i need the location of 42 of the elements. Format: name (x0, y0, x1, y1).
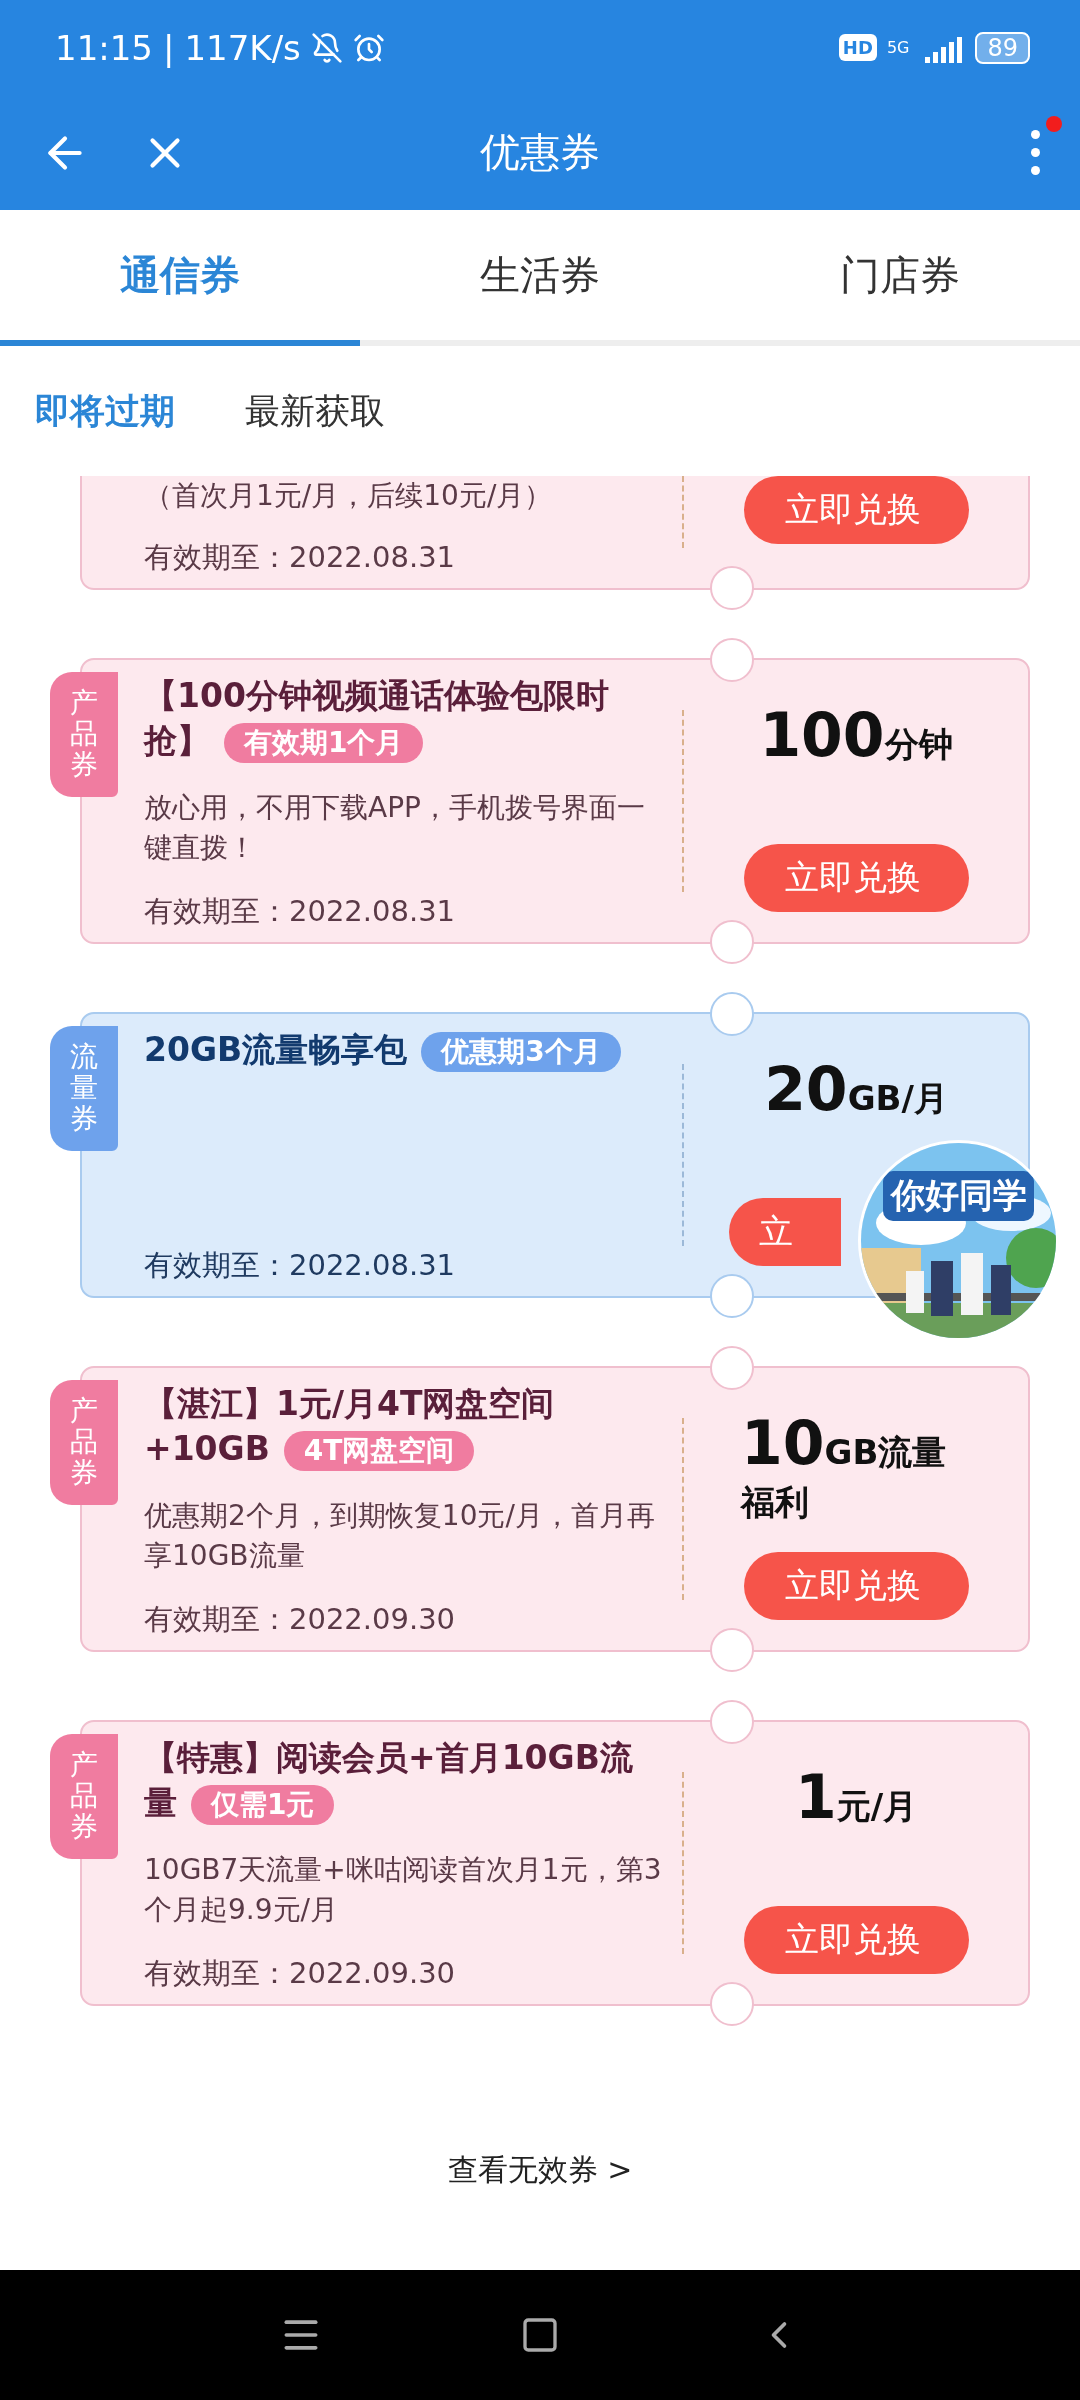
validity-date: 有效期至：2022.09.30 (144, 1955, 457, 1992)
page-title: 优惠券 (480, 129, 600, 175)
coupon-description: 10GB7天流量+咪咕阅读首次月1元，第3个月起9.9元/月 (144, 1852, 662, 1928)
coupon-description: 优惠期2个月，到期恢复10元/月，首月再享10GB流量 (144, 1498, 656, 1574)
status-separator: | (163, 27, 175, 68)
redeem-button[interactable]: 立 (729, 1198, 841, 1266)
coupon-title: 【湛江】1元/月4T网盘空间+10GB 4T网盘空间 (144, 1382, 662, 1472)
square-icon (520, 2315, 560, 2355)
coupon-type-tag: 产品券 (50, 1380, 118, 1505)
floating-bubble[interactable]: 你好同学 (858, 1140, 1059, 1341)
coupon-value: 100分钟 (759, 699, 953, 772)
sort-filter[interactable]: 即将过期 (35, 387, 175, 435)
redeem-button[interactable]: 立即兑换 (743, 476, 969, 544)
validity-date: 有效期至：2022.08.31 (144, 1247, 457, 1284)
coupon-value: 20GB/月 (764, 1053, 948, 1126)
coupon-type-tag: 流量券 (50, 1026, 118, 1151)
battery-indicator: 89 (975, 31, 1030, 64)
validity-date: 有效期至：2022.09.30 (144, 1601, 457, 1638)
status-time: 11:15 (55, 27, 153, 68)
sort-filter[interactable]: 最新获取 (245, 387, 385, 435)
validity-date: 有效期至：2022.08.31 (144, 539, 457, 576)
validity-date: 有效期至：2022.08.31 (144, 893, 457, 930)
network-type: 5G (886, 38, 910, 57)
network-speed: 117K/s (184, 27, 301, 68)
coupon-title: 20GB流量畅享包 优惠期3个月 (144, 1028, 662, 1073)
coupon-description: （首次月1元/月，后续10元/月） (144, 478, 554, 514)
hd-indicator: HD (838, 34, 877, 61)
coupon-title: 【100分钟视频通话体验包限时抢】 有效期1个月 (144, 674, 662, 764)
coupon-value: 10GB流量福利 (741, 1407, 948, 1524)
redeem-button[interactable]: 立即兑换 (743, 844, 969, 912)
redeem-button[interactable]: 立即兑换 (743, 1552, 969, 1620)
mute-icon (310, 31, 343, 64)
category-tab[interactable]: 门店券 (720, 210, 1080, 346)
redeem-button[interactable]: 立即兑换 (743, 1906, 969, 1974)
invalid-coupons-link[interactable]: 查看无效券 > (447, 2149, 633, 2191)
coupon-type-tag: 产品券 (50, 672, 118, 797)
coupon-title: 【特惠】阅读会员+首月10GB流量 仅需1元 (144, 1736, 662, 1826)
coupon-description: 放心用，不用下载APP，手机拨号界面一键直拨！ (144, 790, 646, 866)
category-tab[interactable]: 通信券 (0, 210, 360, 346)
coupon-value: 1元/月 (794, 1761, 918, 1834)
category-tab[interactable]: 生活券 (360, 210, 720, 346)
coupon-type-tag: 产品券 (50, 1734, 118, 1859)
